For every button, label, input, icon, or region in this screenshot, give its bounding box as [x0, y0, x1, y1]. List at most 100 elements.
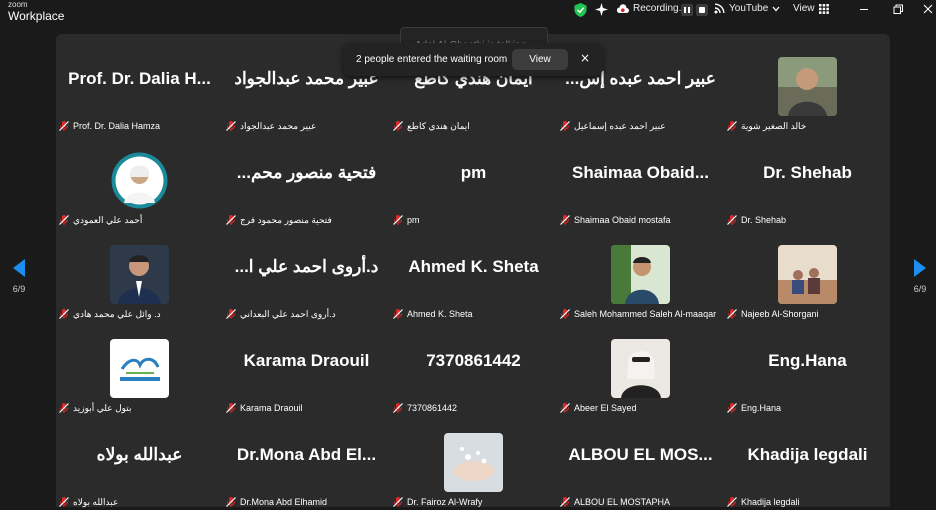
muted-mic-icon [59, 121, 69, 131]
muted-mic-icon [393, 497, 403, 507]
participant-display-name: pm [460, 163, 487, 182]
muted-mic-icon [59, 309, 69, 319]
close-icon[interactable]: × [580, 51, 590, 65]
participant-name-label: Dr. Fairoz Al-Wrafy [407, 497, 483, 507]
participant-nameplate: pm [392, 213, 420, 227]
participant-name-label: ALBOU EL MOSTAPHA [574, 497, 671, 507]
muted-mic-icon [59, 215, 69, 225]
close-window-icon[interactable] [921, 2, 935, 16]
participant-tile[interactable]: Saleh Mohammed Saleh Al-maaqar [557, 228, 724, 322]
participant-tile[interactable]: Karama Draouil Karama Draouil [223, 322, 390, 416]
participant-video [110, 245, 169, 304]
participant-tile[interactable]: Najeeb Al-Shorgani [724, 228, 891, 322]
participant-tile[interactable]: Shaimaa Obaid... Shaimaa Obaid mostafa [557, 134, 724, 228]
participant-tile[interactable]: Khadija legdali Khadija legdali [724, 416, 891, 510]
participant-tile[interactable]: Prof. Dr. Dalia H... Prof. Dr. Dalia Ham… [56, 40, 223, 134]
view-menu-button[interactable]: View [793, 3, 829, 14]
participant-name-label: أحمد علي العمودي [73, 214, 143, 225]
participant-name-label: خالد الصغير شوية [741, 120, 807, 131]
youtube-livestream-button[interactable]: YouTube [714, 3, 780, 14]
participant-tile[interactable]: Ahmed K. Sheta Ahmed K. Sheta [390, 228, 557, 322]
participant-nameplate: Karama Draouil [225, 401, 303, 415]
participant-video [778, 57, 837, 116]
participant-tile[interactable]: Eng.Hana Eng.Hana [724, 322, 891, 416]
previous-page-button[interactable]: 6/9 [4, 258, 34, 294]
minimize-icon[interactable] [857, 2, 871, 16]
security-shield-icon[interactable] [574, 3, 587, 17]
participant-tile[interactable]: عبدالله بولاه عبدالله بولاه [56, 416, 223, 510]
pause-recording-icon[interactable] [681, 4, 693, 16]
muted-mic-icon [727, 403, 737, 413]
participant-name-label: Dr.Mona Abd Elhamid [240, 497, 328, 507]
broadcast-icon [714, 3, 725, 14]
muted-mic-icon [393, 309, 403, 319]
next-page-button[interactable]: 6/9 [905, 258, 935, 294]
recording-indicator[interactable]: Recording... [616, 3, 687, 14]
participant-tile[interactable]: Abeer El Sayed [557, 322, 724, 416]
muted-mic-icon [560, 215, 570, 225]
participant-name-label: Khadija legdali [741, 497, 800, 507]
participant-display-name: Dr. Shehab [763, 163, 852, 182]
participant-tile[interactable]: بتول علي أبوزيد [56, 322, 223, 416]
app-logo: zoom Workplace [8, 0, 65, 23]
brand-bottom: Workplace [8, 9, 65, 23]
participant-name-label: فتحية منصور محمود فرج [240, 214, 332, 225]
chevron-down-icon [772, 6, 780, 11]
participant-tile[interactable]: 7370861442 7370861442 [390, 322, 557, 416]
participant-tile[interactable]: Dr. Shehab Dr. Shehab [724, 134, 891, 228]
participant-nameplate: أحمد علي العمودي [58, 213, 142, 227]
participant-nameplate: Dr. Shehab [726, 213, 786, 227]
muted-mic-icon [393, 121, 403, 131]
sparkle-icon[interactable] [595, 3, 608, 16]
participant-nameplate: Saleh Mohammed Saleh Al-maaqar [559, 307, 716, 321]
participant-nameplate: بتول علي أبوزيد [58, 401, 132, 415]
participant-display-name: Dr.Mona Abd El... [236, 445, 377, 464]
participant-tile[interactable]: د. وائل علي محمد هادي [56, 228, 223, 322]
participant-tile[interactable]: ...فتحية منصور محم فتحية منصور محمود فرج [223, 134, 390, 228]
participant-nameplate: Najeeb Al-Shorgani [726, 307, 819, 321]
brand-top: zoom [8, 0, 28, 9]
muted-mic-icon [727, 497, 737, 507]
participant-name-label: Karama Draouil [240, 403, 303, 413]
participant-video [110, 151, 169, 210]
participant-display-name: ALBOU EL MOS... [568, 445, 713, 464]
restore-icon[interactable] [891, 2, 905, 16]
muted-mic-icon [727, 121, 737, 131]
muted-mic-icon [59, 497, 69, 507]
participant-name-label: عبدالله بولاه [73, 496, 119, 507]
participant-nameplate: Abeer El Sayed [559, 401, 637, 415]
participant-video [611, 339, 670, 398]
participant-name-label: Abeer El Sayed [574, 403, 637, 413]
youtube-label: YouTube [729, 3, 769, 14]
participant-tile[interactable]: ALBOU EL MOS... ALBOU EL MOSTAPHA [557, 416, 724, 510]
muted-mic-icon [226, 403, 236, 413]
participant-name-label: د. وائل علي محمد هادي [73, 308, 161, 319]
participant-name-label: Najeeb Al-Shorgani [741, 309, 819, 319]
title-bar: zoom Workplace Recording... YouTube View [0, 0, 936, 24]
participant-tile[interactable]: ...د.أروى احمد علي ا د.أروى احمد علي الب… [223, 228, 390, 322]
participant-tile[interactable]: Dr. Fairoz Al-Wrafy [390, 416, 557, 510]
muted-mic-icon [727, 215, 737, 225]
participant-name-label: Dr. Shehab [741, 215, 787, 225]
view-label: View [793, 3, 815, 14]
grid-view-icon [818, 3, 829, 14]
participant-video [110, 339, 169, 398]
participant-tile[interactable]: Dr.Mona Abd El... Dr.Mona Abd Elhamid [223, 416, 390, 510]
participant-nameplate: د. وائل علي محمد هادي [58, 307, 161, 321]
participant-tile[interactable]: أحمد علي العمودي [56, 134, 223, 228]
muted-mic-icon [393, 403, 403, 413]
participant-name-label: د.أروى احمد علي البعداني [240, 308, 336, 319]
muted-mic-icon [560, 309, 570, 319]
muted-mic-icon [560, 497, 570, 507]
participant-nameplate: ايمان هندي كاطع [392, 119, 470, 133]
participant-nameplate: عبير احمد عبده إسماعيل [559, 119, 666, 133]
stop-recording-icon[interactable] [696, 4, 708, 16]
participant-nameplate: فتحية منصور محمود فرج [225, 213, 332, 227]
participant-nameplate: Ahmed K. Sheta [392, 307, 473, 321]
view-waiting-room-button[interactable]: View [512, 49, 568, 70]
participant-video [778, 245, 837, 304]
participant-tile[interactable]: خالد الصغير شوية [724, 40, 891, 134]
participant-name-label: Saleh Mohammed Saleh Al-maaqar [574, 309, 717, 319]
muted-mic-icon [727, 309, 737, 319]
participant-tile[interactable]: pm pm [390, 134, 557, 228]
